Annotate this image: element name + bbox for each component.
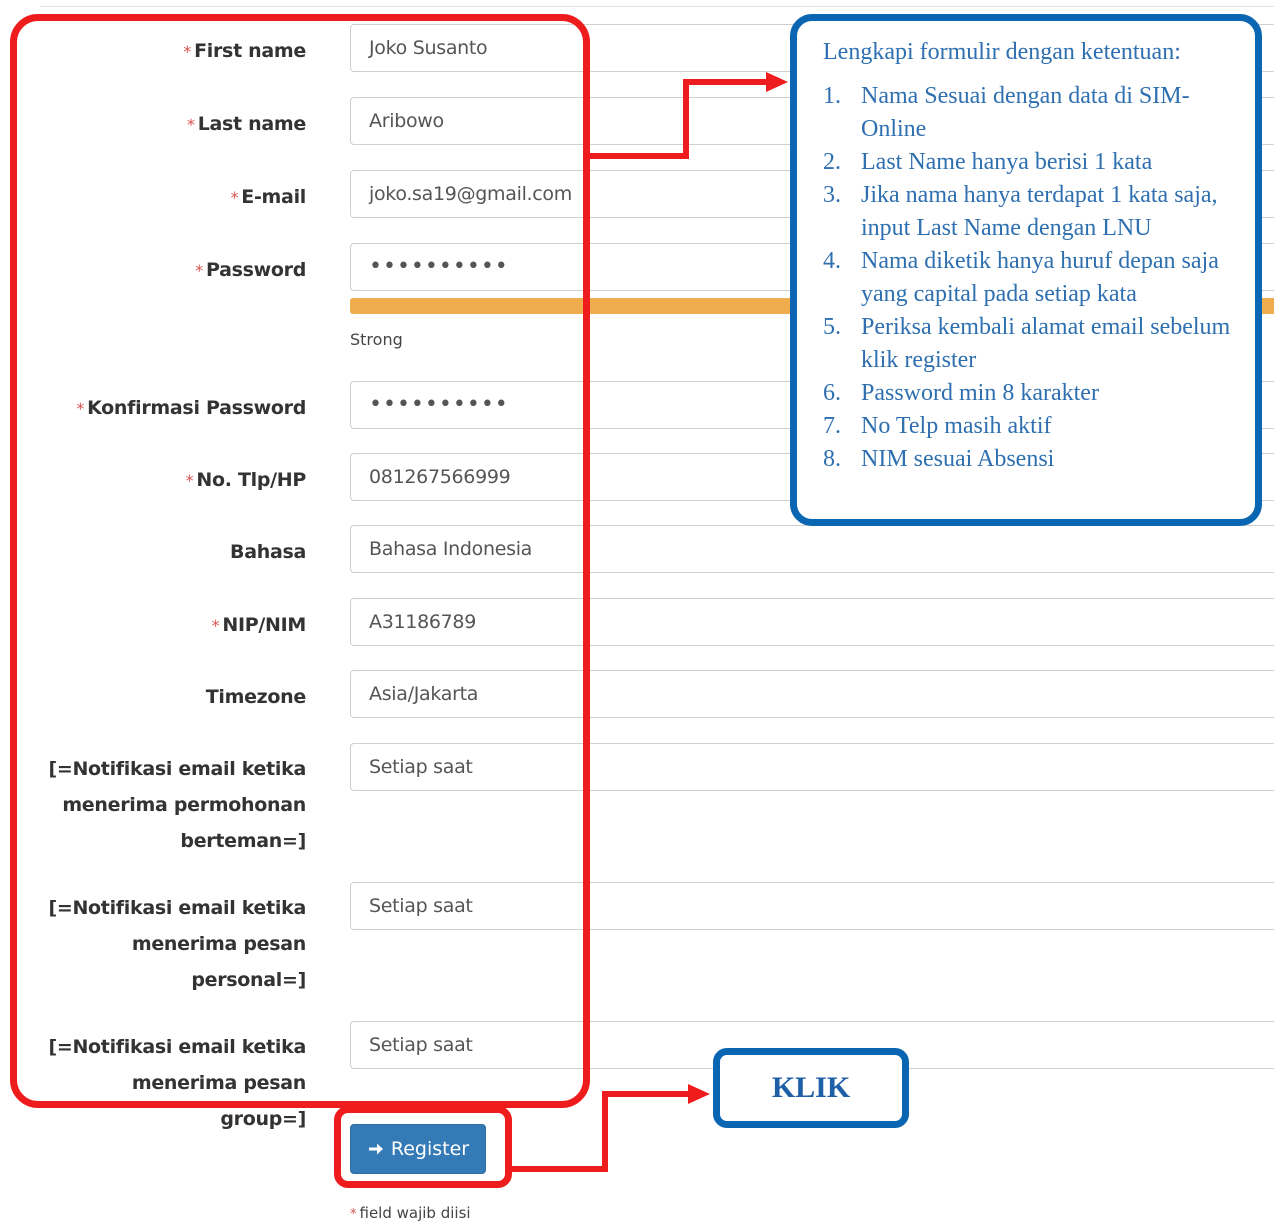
register-button[interactable]: Register [350, 1124, 486, 1174]
instruction-item: 6. Password min 8 karakter [823, 380, 1099, 406]
klik-callout: KLIK [713, 1048, 909, 1128]
instructions-heading: Lengkapi formulir dengan ketentuan: [823, 39, 1181, 65]
instructions-callout: Lengkapi formulir dengan ketentuan: 1. Na… [790, 14, 1262, 526]
instructions-list: 1. Nama Sesuai dengan data di SIM-Online … [823, 80, 1237, 476]
top-divider [40, 0, 1274, 7]
notif-friend-label: [=Notifikasi email ketika menerima permo… [48, 758, 306, 852]
arrow-to-klik [512, 1091, 692, 1172]
timezone-label: Timezone [205, 686, 307, 708]
confirm-password-label: * Konfirmasi Password [76, 397, 306, 419]
instruction-item: 8. NIM sesuai Absensi [823, 446, 1055, 472]
language-select[interactable]: Bahasa Indonesia [350, 525, 1274, 573]
language-label: Bahasa [230, 541, 306, 563]
register-label: Register [390, 1138, 470, 1160]
arrow-head-klik [688, 1084, 710, 1104]
instruction-item: 2. Last Name hanya berisi 1 kata [823, 149, 1153, 175]
password-label: * Password [195, 259, 306, 281]
instruction-item: 1. Nama Sesuai dengan data di SIM-Online [823, 83, 1190, 142]
timezone-select[interactable]: Asia/Jakarta [350, 670, 1274, 718]
instruction-item: 7. No Telp masih aktif [823, 413, 1052, 439]
notif-personal-label: [=Notifikasi email ketika menerima pesan… [48, 897, 306, 991]
arrow-right-icon [368, 1143, 383, 1155]
first-name-label: * First name [183, 40, 306, 62]
phone-label: * No. Tlp/HP [185, 469, 307, 491]
instruction-item: 4. Nama diketik hanya huruf depan saja ya… [823, 248, 1219, 307]
required-footnote: * field wajib diisi [350, 1204, 471, 1222]
instruction-item: 3. Jika nama hanya terdapat 1 kata saja, … [823, 182, 1218, 241]
arrow-head-instructions [766, 72, 788, 92]
notif-group-label: [=Notifikasi email ketika menerima pesan… [48, 1036, 306, 1130]
notif-personal-select[interactable]: Setiap saat [350, 882, 1274, 930]
nim-input[interactable]: A31186789 [350, 598, 1274, 646]
email-label: * E-mail [230, 186, 307, 208]
instruction-item: 5. Periksa kembali alamat email sebelum k… [823, 314, 1231, 373]
nim-label: * NIP/NIM [211, 614, 307, 636]
last-name-label: * Last name [187, 113, 306, 135]
notif-friend-select[interactable]: Setiap saat [350, 743, 1274, 791]
password-strength-text: Strong [350, 330, 403, 349]
